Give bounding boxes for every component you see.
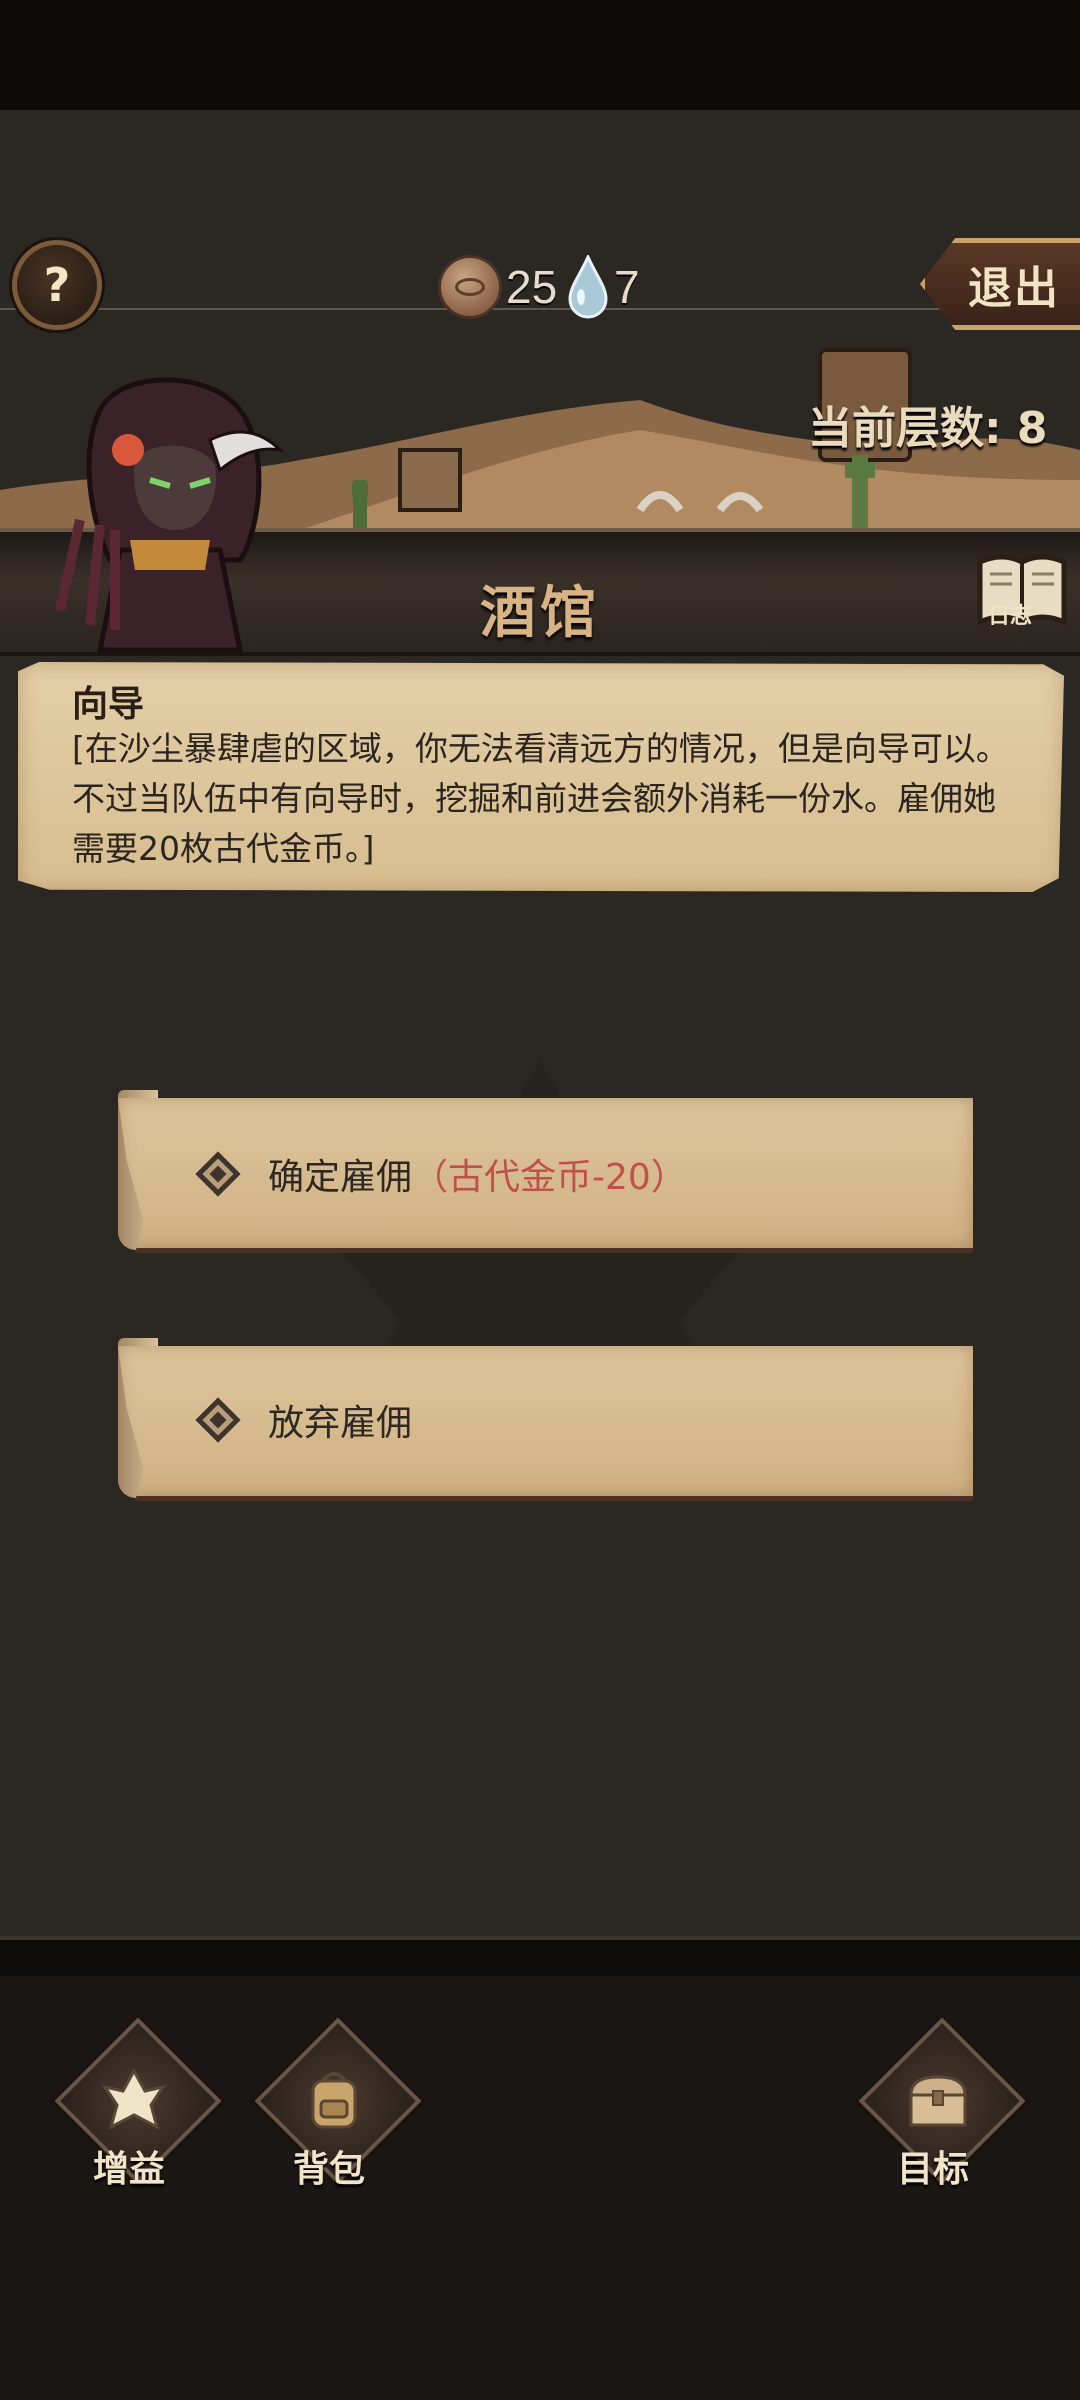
buff-icon (101, 2067, 167, 2130)
bottom-divider (0, 1936, 1080, 1980)
help-icon: ? (43, 258, 71, 312)
water-count: 7 (614, 261, 640, 313)
exit-label: 退出 (968, 263, 1060, 314)
option-abandon-hire[interactable]: 放弃雇佣 (118, 1346, 973, 1501)
nav-goal-button[interactable]: 目标 (848, 2017, 1026, 2200)
option-cost: （古代金币-20） (412, 1157, 687, 1198)
diamond-bullet-icon (195, 1151, 241, 1197)
coin-icon (438, 255, 502, 319)
option-confirm-hire[interactable]: 确定雇佣（古代金币-20） (118, 1098, 973, 1253)
water-counter: 7 (566, 255, 640, 319)
coin-counter: 25 (438, 255, 557, 319)
status-bar (0, 0, 1080, 110)
option-text: 确定雇佣 (268, 1157, 413, 1198)
chest-icon (909, 2075, 967, 2127)
log-label: 日志 (988, 604, 1033, 629)
help-button[interactable]: ? (12, 240, 102, 330)
exit-button[interactable]: 退出 (920, 238, 1080, 330)
nav-goal-label: 目标 (896, 2149, 969, 2190)
nav-backpack-label: 背包 (292, 2149, 365, 2190)
diamond-bullet-icon (195, 1397, 241, 1443)
coin-count: 25 (506, 261, 558, 313)
option-text: 放弃雇佣 (268, 1403, 413, 1444)
nav-buff-button[interactable]: 增益 (44, 2017, 222, 2200)
event-description: [在沙尘暴肆虐的区域，你无法看清远方的情况，但是向导可以。不过当队伍中有向导时，… (72, 729, 1009, 868)
option-label: 确定雇佣（古代金币-20） (268, 1148, 687, 1200)
event-title: 向导 (72, 684, 145, 725)
guide-character-portrait (55, 377, 285, 653)
current-floor: 当前层数: 8 (808, 403, 1048, 454)
nav-backpack-button[interactable]: 背包 (244, 2017, 422, 2200)
backpack-icon (311, 2072, 357, 2129)
option-label: 放弃雇佣 (268, 1394, 412, 1446)
nav-buff-label: 增益 (92, 2149, 165, 2190)
water-drop-icon (568, 255, 608, 319)
